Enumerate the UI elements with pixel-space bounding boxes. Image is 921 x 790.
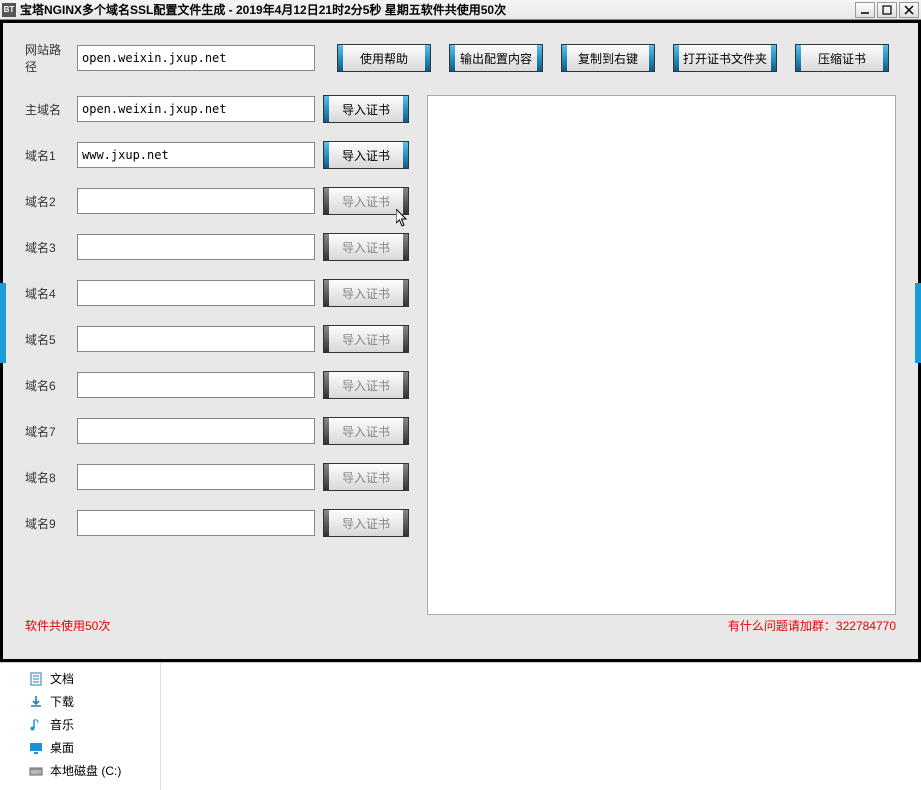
import-cert-8-button: 导入证书 — [323, 463, 409, 491]
open-cert-folder-button[interactable]: 打开证书文件夹 — [673, 44, 777, 72]
window-titlebar: BT 宝塔NGINX多个域名SSL配置文件生成 - 2019年4月12日21时2… — [0, 0, 921, 20]
explorer-content — [160, 663, 921, 790]
explorer-item-label: 音乐 — [50, 716, 74, 733]
download-icon — [28, 694, 44, 710]
window-title: 宝塔NGINX多个域名SSL配置文件生成 - 2019年4月12日21时2分5秒… — [20, 1, 855, 18]
help-button[interactable]: 使用帮助 — [337, 44, 431, 72]
domain-9-label: 域名9 — [25, 515, 69, 532]
domain-4-label: 域名4 — [25, 285, 69, 302]
explorer-item-desktop[interactable]: 桌面 — [0, 736, 160, 759]
output-config-button[interactable]: 输出配置内容 — [449, 44, 543, 72]
music-icon — [28, 717, 44, 733]
domain-4-input[interactable] — [77, 280, 315, 306]
import-cert-1-button[interactable]: 导入证书 — [323, 141, 409, 169]
explorer-item-label: 下载 — [50, 693, 74, 710]
doc-icon — [28, 671, 44, 687]
disk-icon — [28, 763, 44, 779]
import-cert-3-button: 导入证书 — [323, 233, 409, 261]
domain-5-label: 域名5 — [25, 331, 69, 348]
domain-2-input[interactable] — [77, 188, 315, 214]
compress-cert-button[interactable]: 压缩证书 — [795, 44, 889, 72]
maximize-button[interactable] — [877, 2, 897, 18]
import-cert-2-button: 导入证书 — [323, 187, 409, 215]
output-panel — [427, 95, 896, 615]
minimize-button[interactable] — [855, 2, 875, 18]
usage-count-text: 软件共使用50次 — [25, 617, 110, 634]
domain-5-input[interactable] — [77, 326, 315, 352]
explorer-item-download[interactable]: 下载 — [0, 690, 160, 713]
domain-3-input[interactable] — [77, 234, 315, 260]
explorer-item-disk[interactable]: 本地磁盘 (C:) — [0, 759, 160, 782]
explorer-item-label: 桌面 — [50, 739, 74, 756]
domain-8-label: 域名8 — [25, 469, 69, 486]
app-frame: 网站路径 使用帮助 输出配置内容 复制到右键 打开证书文件夹 压缩证书 主域名 … — [0, 20, 921, 662]
site-path-label: 网站路径 — [25, 41, 69, 75]
close-button[interactable] — [899, 2, 919, 18]
domain-7-input[interactable] — [77, 418, 315, 444]
import-cert-9-button: 导入证书 — [323, 509, 409, 537]
app-icon: BT — [2, 3, 16, 17]
domain-1-input[interactable] — [77, 142, 315, 168]
domain-9-input[interactable] — [77, 510, 315, 536]
explorer-item-doc[interactable]: 文档 — [0, 667, 160, 690]
domain-8-input[interactable] — [77, 464, 315, 490]
contact-text: 有什么问题请加群：322784770 — [728, 617, 896, 634]
explorer-sidebar: 文档下载音乐桌面本地磁盘 (C:) — [0, 663, 160, 790]
domain-3-label: 域名3 — [25, 239, 69, 256]
domain-form: 主域名 导入证书 域名1 导入证书 域名2 导入证书 域名3 导入证书 域名4 … — [25, 95, 409, 615]
site-path-input[interactable] — [77, 45, 315, 71]
main-domain-input[interactable] — [77, 96, 315, 122]
import-cert-4-button: 导入证书 — [323, 279, 409, 307]
import-cert-7-button: 导入证书 — [323, 417, 409, 445]
domain-6-label: 域名6 — [25, 377, 69, 394]
domain-2-label: 域名2 — [25, 193, 69, 210]
main-domain-label: 主域名 — [25, 101, 69, 118]
explorer-item-music[interactable]: 音乐 — [0, 713, 160, 736]
domain-1-label: 域名1 — [25, 147, 69, 164]
import-cert-main-button[interactable]: 导入证书 — [323, 95, 409, 123]
explorer-item-label: 本地磁盘 (C:) — [50, 762, 121, 779]
desktop-icon — [28, 740, 44, 756]
copy-right-button[interactable]: 复制到右键 — [561, 44, 655, 72]
domain-7-label: 域名7 — [25, 423, 69, 440]
import-cert-6-button: 导入证书 — [323, 371, 409, 399]
domain-6-input[interactable] — [77, 372, 315, 398]
explorer-item-label: 文档 — [50, 670, 74, 687]
file-explorer: 文档下载音乐桌面本地磁盘 (C:) — [0, 662, 921, 790]
import-cert-5-button: 导入证书 — [323, 325, 409, 353]
